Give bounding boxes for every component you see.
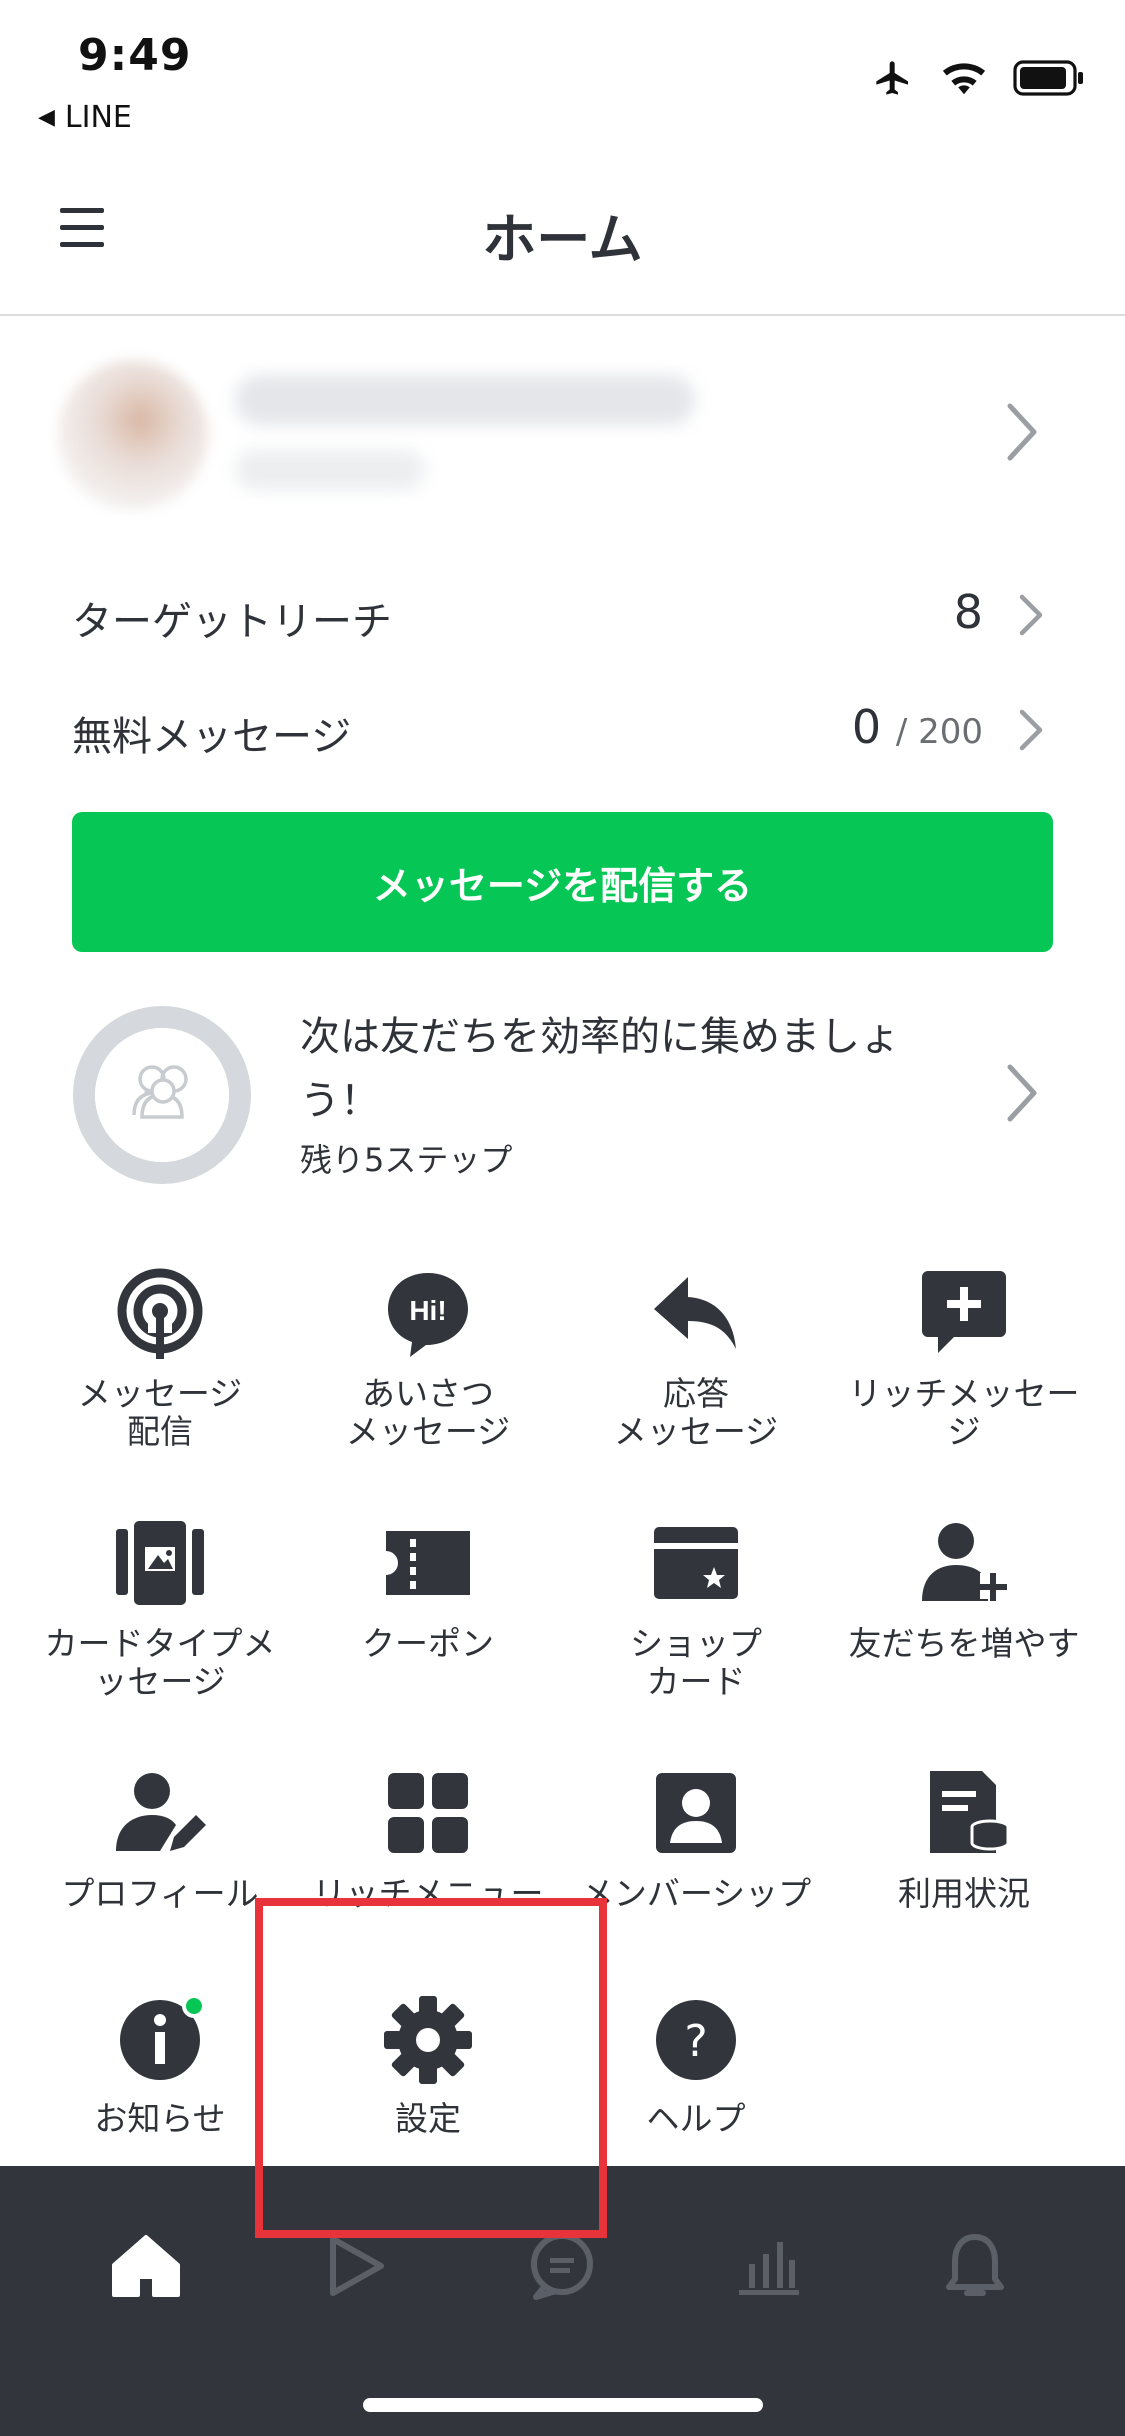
status-bar: 9:49 ◀ LINE (0, 0, 1125, 150)
menu-item-broadcast[interactable]: メッセージ 配信 (20, 1265, 300, 1451)
menu-label: ショップ カード (630, 1624, 762, 1701)
menu-label: カードタイプメ ッセージ (44, 1624, 276, 1701)
svg-text:Hi!: Hi! (409, 1295, 446, 1326)
home-indicator (363, 2398, 763, 2412)
menu-item-rich-message[interactable]: リッチメッセー ジ (824, 1265, 1104, 1451)
free-message-used: 0 (851, 700, 882, 754)
battery-icon (1013, 60, 1083, 96)
highlight-annotation-box (255, 1898, 607, 2238)
account-avatar (58, 360, 208, 510)
send-message-button[interactable]: メッセージを配信する (72, 812, 1053, 952)
info-icon (120, 1994, 206, 2080)
greeting-hi-icon: Hi! (388, 1273, 468, 1357)
menu-label: メッセージ 配信 (77, 1374, 243, 1451)
menu-item-card-type-message[interactable]: カードタイプメ ッセージ (20, 1515, 300, 1701)
status-time: 9:49 (78, 30, 192, 81)
free-message-label: 無料メッセージ (72, 714, 352, 760)
tab-home[interactable] (96, 2216, 196, 2316)
onboarding-steps-remaining: 残り5ステップ (300, 1141, 513, 1179)
card-type-message-icon (116, 1521, 204, 1605)
free-message-limit: / 200 (895, 712, 983, 752)
chevron-right-icon (1007, 1064, 1037, 1122)
onboarding-title: 次は友だちを効率的に集めましょう！ (300, 1014, 900, 1124)
account-name-blurred (235, 375, 695, 425)
menu-item-greeting-message[interactable]: Hi! あいさつ メッセージ (288, 1265, 568, 1451)
onboarding-card[interactable]: 次は友だちを効率的に集めましょう！ 残り5ステップ (0, 995, 1125, 1195)
usage-document-icon (930, 1771, 1010, 1853)
onboarding-progress-ring (73, 1006, 251, 1184)
menu-label: 利用状況 (898, 1874, 1030, 1913)
target-reach-label: ターゲットリーチ (72, 599, 392, 645)
menu-label: クーポン (362, 1624, 494, 1663)
menu-item-auto-reply[interactable]: 応答 メッセージ (556, 1265, 836, 1451)
tab-notifications[interactable] (925, 2216, 1025, 2316)
target-reach-value: 8 (953, 585, 983, 639)
chat-bubble-icon (531, 2233, 593, 2300)
menu-item-add-friends[interactable]: 友だちを増やす (824, 1515, 1104, 1663)
account-id-blurred (235, 450, 425, 490)
back-app-label: LINE (64, 100, 132, 135)
menu-label: 友だちを増やす (848, 1624, 1080, 1663)
bell-icon (946, 2234, 1004, 2296)
chevron-right-icon (1007, 403, 1037, 461)
back-to-app-link[interactable]: ◀ LINE (38, 100, 132, 135)
free-message-value: 0 / 200 (852, 700, 983, 754)
account-row[interactable] (0, 330, 1125, 530)
coupon-icon (386, 1531, 470, 1595)
svg-text:?: ? (684, 2016, 707, 2067)
wifi-icon (942, 63, 986, 95)
profile-edit-icon (116, 1773, 206, 1851)
menu-item-profile[interactable]: プロフィール (20, 1765, 300, 1913)
notification-dot (182, 1994, 206, 2018)
menu-item-rich-menu[interactable]: リッチメニュー (288, 1765, 568, 1913)
chevron-right-icon (1019, 709, 1043, 751)
menu-item-membership[interactable]: メンバーシップ (556, 1765, 836, 1913)
status-icons (871, 58, 1085, 98)
target-reach-row[interactable]: ターゲットリーチ 8 (0, 565, 1125, 665)
menu-item-usage[interactable]: 利用状況 (824, 1765, 1104, 1913)
rich-message-plus-icon (922, 1271, 1006, 1353)
menu-label: リッチメッセー ジ (848, 1374, 1080, 1451)
membership-icon (656, 1773, 736, 1853)
menu-label: あいさつ メッセージ (345, 1374, 511, 1451)
add-friend-icon (922, 1523, 1007, 1601)
tab-analytics[interactable] (718, 2216, 818, 2316)
menu-item-coupon[interactable]: クーポン (288, 1515, 568, 1663)
page-title: ホーム (482, 208, 643, 271)
chevron-right-icon (1019, 594, 1043, 636)
menu-item-shop-card[interactable]: ショップ カード (556, 1515, 836, 1701)
bar-chart-icon (739, 2242, 799, 2295)
airplane-icon (876, 61, 908, 95)
broadcast-icon (117, 1268, 203, 1359)
help-icon: ? (656, 2000, 736, 2080)
nav-header: ホーム (0, 150, 1125, 316)
home-icon (112, 2235, 180, 2297)
free-message-row[interactable]: 無料メッセージ 0 / 200 (0, 680, 1125, 780)
play-icon (330, 2236, 384, 2296)
back-triangle-icon: ◀ (38, 105, 55, 130)
reply-arrow-icon (654, 1277, 736, 1349)
rich-menu-grid-icon (388, 1773, 468, 1853)
shop-card-icon (654, 1527, 738, 1599)
menu-label: 応答 メッセージ (613, 1374, 779, 1451)
